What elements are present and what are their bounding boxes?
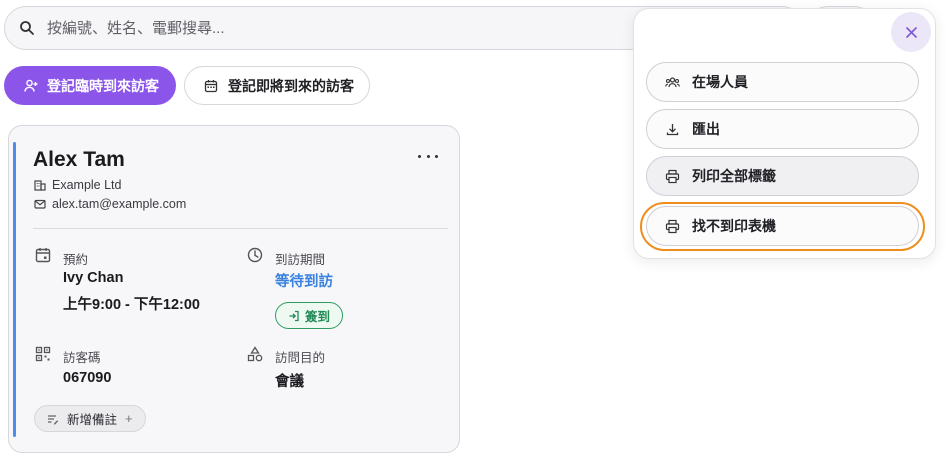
visitor-email-row: alex.tam@example.com bbox=[34, 197, 186, 211]
menu-item-label: 匯出 bbox=[692, 121, 720, 137]
appointment-label: 預約 bbox=[63, 253, 89, 267]
clock-icon bbox=[247, 247, 263, 263]
menu-item-print-all-labels[interactable]: 列印全部標籤 bbox=[646, 156, 919, 196]
visit-period-label: 到訪期間 bbox=[275, 253, 326, 267]
menu-item-export[interactable]: 匯出 bbox=[646, 109, 919, 149]
host-name: Ivy Chan bbox=[63, 270, 124, 286]
shapes-icon bbox=[247, 346, 263, 362]
visitor-company-row: Example Ltd bbox=[34, 178, 121, 192]
visitor-code-label: 訪客碼 bbox=[63, 351, 101, 365]
menu-item-label: 列印全部標籤 bbox=[692, 168, 776, 184]
printer-icon bbox=[665, 169, 680, 183]
card-accent-bar bbox=[13, 142, 16, 437]
menu-item-label: 找不到印表機 bbox=[692, 218, 776, 234]
login-icon bbox=[289, 310, 299, 321]
register-walkin-label: 登記臨時到來訪客 bbox=[47, 77, 159, 94]
actions-menu-panel: 在場人員 匯出 列印全部標籤 找不到印表機 bbox=[633, 8, 936, 259]
visitor-card[interactable]: Alex Tam Example Ltd alex.tam@example.co… bbox=[8, 125, 460, 453]
add-note-button[interactable]: 新增備註 + bbox=[34, 405, 146, 432]
visit-status-link[interactable]: 等待到訪 bbox=[275, 270, 333, 291]
calendar-icon bbox=[204, 79, 218, 92]
visit-purpose: 會議 bbox=[275, 374, 304, 390]
building-icon bbox=[34, 180, 46, 191]
qr-code-icon bbox=[35, 346, 51, 362]
search-icon bbox=[20, 21, 34, 35]
check-in-button[interactable]: 簽到 bbox=[275, 302, 343, 329]
mail-icon bbox=[34, 199, 46, 209]
more-options-icon[interactable] bbox=[418, 150, 438, 162]
register-upcoming-visitor-button[interactable]: 登記即將到來的訪客 bbox=[184, 66, 370, 105]
add-note-label: 新增備註 bbox=[67, 413, 118, 427]
people-icon bbox=[665, 76, 680, 87]
appointment-time: 上午9:00 - 下午12:00 bbox=[63, 297, 200, 313]
add-person-icon bbox=[24, 79, 38, 92]
printer-icon bbox=[665, 219, 680, 233]
menu-item-people-on-site[interactable]: 在場人員 bbox=[646, 62, 919, 102]
visitor-email: alex.tam@example.com bbox=[52, 197, 187, 211]
card-divider bbox=[33, 228, 448, 229]
visitor-code: 067090 bbox=[63, 370, 112, 386]
close-menu-button[interactable] bbox=[891, 12, 931, 52]
check-in-label: 簽到 bbox=[304, 310, 330, 324]
download-icon bbox=[666, 123, 679, 135]
note-icon bbox=[48, 414, 59, 424]
close-icon bbox=[905, 26, 917, 38]
register-walkin-visitor-button[interactable]: 登記臨時到來訪客 bbox=[4, 66, 176, 105]
visitor-name: Alex Tam bbox=[33, 148, 125, 171]
calendar-check-icon bbox=[35, 248, 51, 263]
plus-icon: + bbox=[125, 411, 133, 426]
menu-item-label: 在場人員 bbox=[692, 74, 748, 90]
purpose-label: 訪問目的 bbox=[275, 351, 326, 365]
menu-item-printer-not-found[interactable]: 找不到印表機 bbox=[646, 206, 919, 246]
register-upcoming-label: 登記即將到來的訪客 bbox=[228, 77, 354, 94]
visitor-company: Example Ltd bbox=[52, 178, 122, 192]
